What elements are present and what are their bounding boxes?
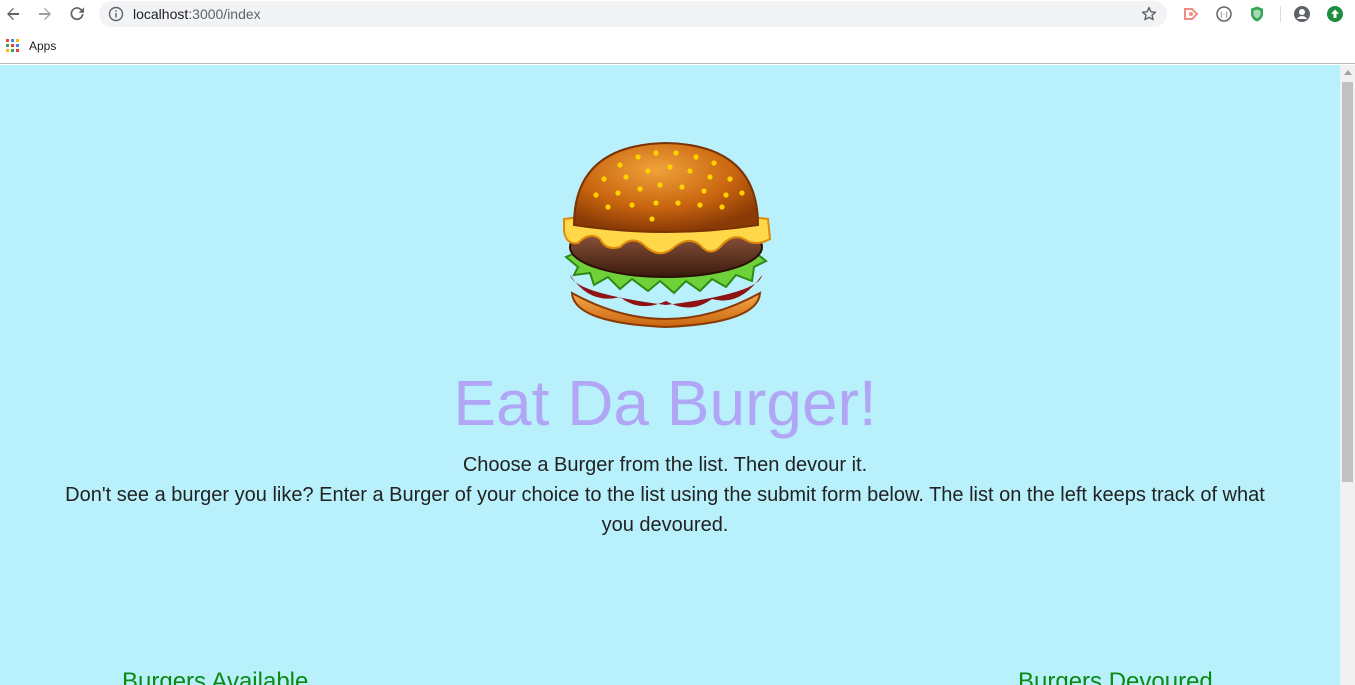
intro-line-2: Don't see a burger you like? Enter a Bur…: [65, 484, 1265, 536]
reload-icon[interactable]: [67, 4, 87, 24]
toolbar-divider: [1280, 6, 1281, 22]
url-host: localhost: [133, 6, 189, 22]
apps-bookmark-label[interactable]: Apps: [29, 39, 56, 53]
address-bar[interactable]: localhost:3000/index: [99, 1, 1167, 27]
update-arrow-icon[interactable]: [1326, 5, 1344, 23]
scroll-up-arrow-icon[interactable]: [1344, 70, 1352, 75]
url-path: :3000/index: [188, 6, 261, 22]
intro-text: Choose a Burger from the list. Then devo…: [55, 450, 1275, 540]
apps-grid-icon[interactable]: [6, 39, 19, 52]
bookmark-star-icon[interactable]: [1140, 5, 1158, 23]
url-text[interactable]: localhost:3000/index: [133, 6, 261, 22]
page-title: Eat Da Burger!: [453, 367, 877, 439]
info-icon[interactable]: [108, 6, 124, 22]
svg-text:(·): (·): [1220, 11, 1228, 19]
shield-extension-icon[interactable]: [1248, 5, 1266, 23]
burgers-available-heading: Burgers Available: [122, 668, 309, 685]
bookmarks-bar: Apps: [0, 29, 1355, 64]
extension-face-icon[interactable]: (·): [1215, 5, 1233, 23]
page-scrollbar[interactable]: [1340, 65, 1355, 685]
forward-arrow-icon[interactable]: [35, 4, 55, 24]
profile-avatar-icon[interactable]: [1293, 5, 1311, 23]
browser-toolbar: localhost:3000/index (·): [0, 0, 1355, 29]
cast-extension-icon[interactable]: [1182, 5, 1200, 23]
intro-line-1: Choose a Burger from the list. Then devo…: [462, 454, 868, 476]
burger-icon: [560, 135, 772, 331]
scrollbar-thumb[interactable]: [1342, 82, 1353, 482]
burgers-devoured-heading: Burgers Devoured: [1018, 668, 1213, 685]
back-arrow-icon[interactable]: [3, 4, 23, 24]
page-viewport: Eat Da Burger! Choose a Burger from the …: [0, 65, 1340, 685]
